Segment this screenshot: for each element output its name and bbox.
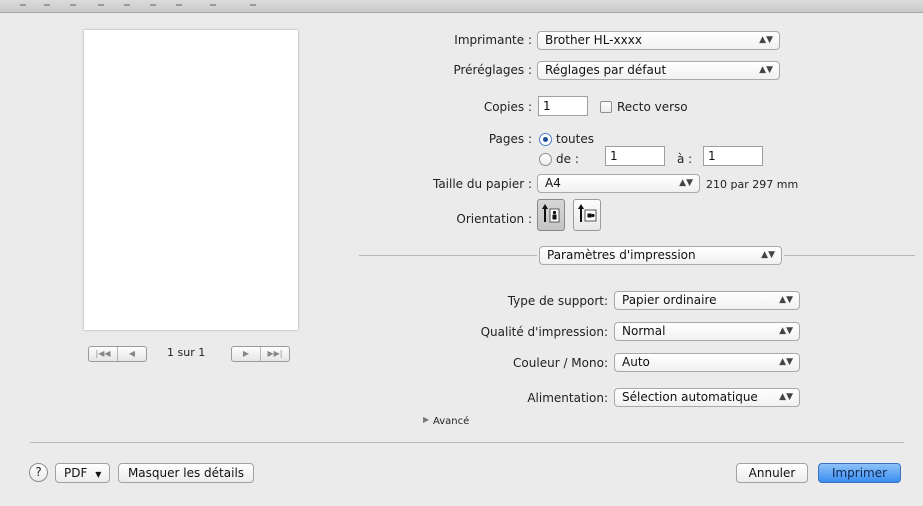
media-type-select[interactable]: Papier ordinaire ▲▼ [614, 291, 800, 310]
pages-from-input[interactable]: 1 [605, 146, 665, 166]
paper-size-select[interactable]: A4 ▲▼ [537, 174, 700, 193]
pdf-label: PDF [64, 466, 88, 480]
quality-value: Normal [622, 324, 666, 338]
copies-input[interactable]: 1 [538, 96, 588, 116]
first-page-button[interactable]: |◀◀ [89, 347, 117, 361]
duplex-checkbox[interactable] [600, 101, 612, 113]
chevron-down-icon: ▼ [95, 470, 102, 479]
quality-label: Qualité d'impression: [480, 325, 608, 339]
pages-to-input[interactable]: 1 [703, 146, 763, 166]
page-preview [84, 30, 298, 330]
select-arrows-icon: ▲▼ [779, 295, 793, 305]
paper-source-label: Alimentation: [527, 391, 608, 405]
printer-label: Imprimante : [454, 33, 532, 47]
color-mode-value: Auto [622, 355, 650, 369]
select-arrows-icon: ▲▼ [759, 65, 773, 75]
panel-select[interactable]: Paramètres d'impression ▲▼ [539, 246, 782, 265]
advanced-disclosure[interactable]: ▶ Avancé [423, 413, 469, 427]
last-page-button[interactable]: ▶▶| [260, 347, 289, 361]
select-arrows-icon: ▲▼ [779, 392, 793, 402]
select-arrows-icon: ▲▼ [761, 250, 775, 260]
preview-nav-forward: ▶ ▶▶| [231, 346, 290, 362]
quality-select[interactable]: Normal ▲▼ [614, 322, 800, 341]
print-dialog: |◀◀ ◀ 1 sur 1 ▶ ▶▶| Imprimante : Brother… [0, 0, 923, 506]
advanced-label: Avancé [432, 416, 470, 427]
footer-divider [30, 442, 904, 443]
pages-range-radio[interactable] [539, 153, 552, 166]
paper-size-label: Taille du papier : [432, 177, 532, 191]
previous-page-button[interactable]: ◀ [117, 347, 146, 361]
cancel-button[interactable]: Annuler [736, 463, 808, 483]
select-arrows-icon: ▲▼ [779, 326, 793, 336]
paper-dimensions: 210 par 297 mm [706, 178, 799, 191]
pages-label: Pages : [488, 132, 532, 146]
print-button[interactable]: Imprimer [818, 463, 901, 483]
section-divider-right [784, 255, 915, 256]
portrait-icon [542, 204, 560, 223]
select-arrows-icon: ▲▼ [779, 357, 793, 367]
presets-label: Préréglages : [453, 63, 532, 77]
next-page-button[interactable]: ▶ [232, 347, 260, 361]
printer-value: Brother HL-xxxx [545, 33, 642, 47]
duplex-label: Recto verso [617, 100, 688, 114]
color-mode-label: Couleur / Mono: [513, 356, 608, 370]
pages-range-from-label: de : [556, 152, 579, 166]
pages-range-to-label: à : [677, 152, 693, 166]
paper-source-select[interactable]: Sélection automatique ▲▼ [614, 388, 800, 407]
disclosure-triangle-icon: ▶ [423, 415, 430, 424]
media-type-label: Type de support: [507, 294, 608, 308]
hide-details-button[interactable]: Masquer les détails [118, 463, 254, 483]
paper-source-value: Sélection automatique [622, 390, 758, 404]
help-icon: ? [35, 465, 42, 479]
landscape-icon [578, 204, 597, 222]
pages-all-radio[interactable] [539, 133, 552, 146]
pdf-menu-button[interactable]: PDF ▼ [55, 463, 110, 483]
presets-value: Réglages par défaut [545, 63, 667, 77]
preview-nav-back: |◀◀ ◀ [88, 346, 147, 362]
window-titlebar [0, 0, 923, 13]
printer-select[interactable]: Brother HL-xxxx ▲▼ [537, 31, 780, 50]
select-arrows-icon: ▲▼ [759, 35, 773, 45]
orientation-portrait-button[interactable] [537, 199, 565, 231]
help-button[interactable]: ? [29, 463, 48, 482]
copies-label: Copies : [483, 100, 532, 114]
section-divider-left [359, 255, 537, 256]
select-arrows-icon: ▲▼ [679, 178, 693, 188]
paper-size-value: A4 [545, 176, 561, 190]
pages-all-label: toutes [556, 132, 594, 146]
orientation-landscape-button[interactable] [573, 199, 601, 231]
panel-select-value: Paramètres d'impression [547, 248, 696, 262]
color-mode-select[interactable]: Auto ▲▼ [614, 353, 800, 372]
orientation-label: Orientation : [456, 212, 532, 226]
media-type-value: Papier ordinaire [622, 293, 717, 307]
presets-select[interactable]: Réglages par défaut ▲▼ [537, 61, 780, 80]
page-counter: 1 sur 1 [167, 346, 206, 359]
